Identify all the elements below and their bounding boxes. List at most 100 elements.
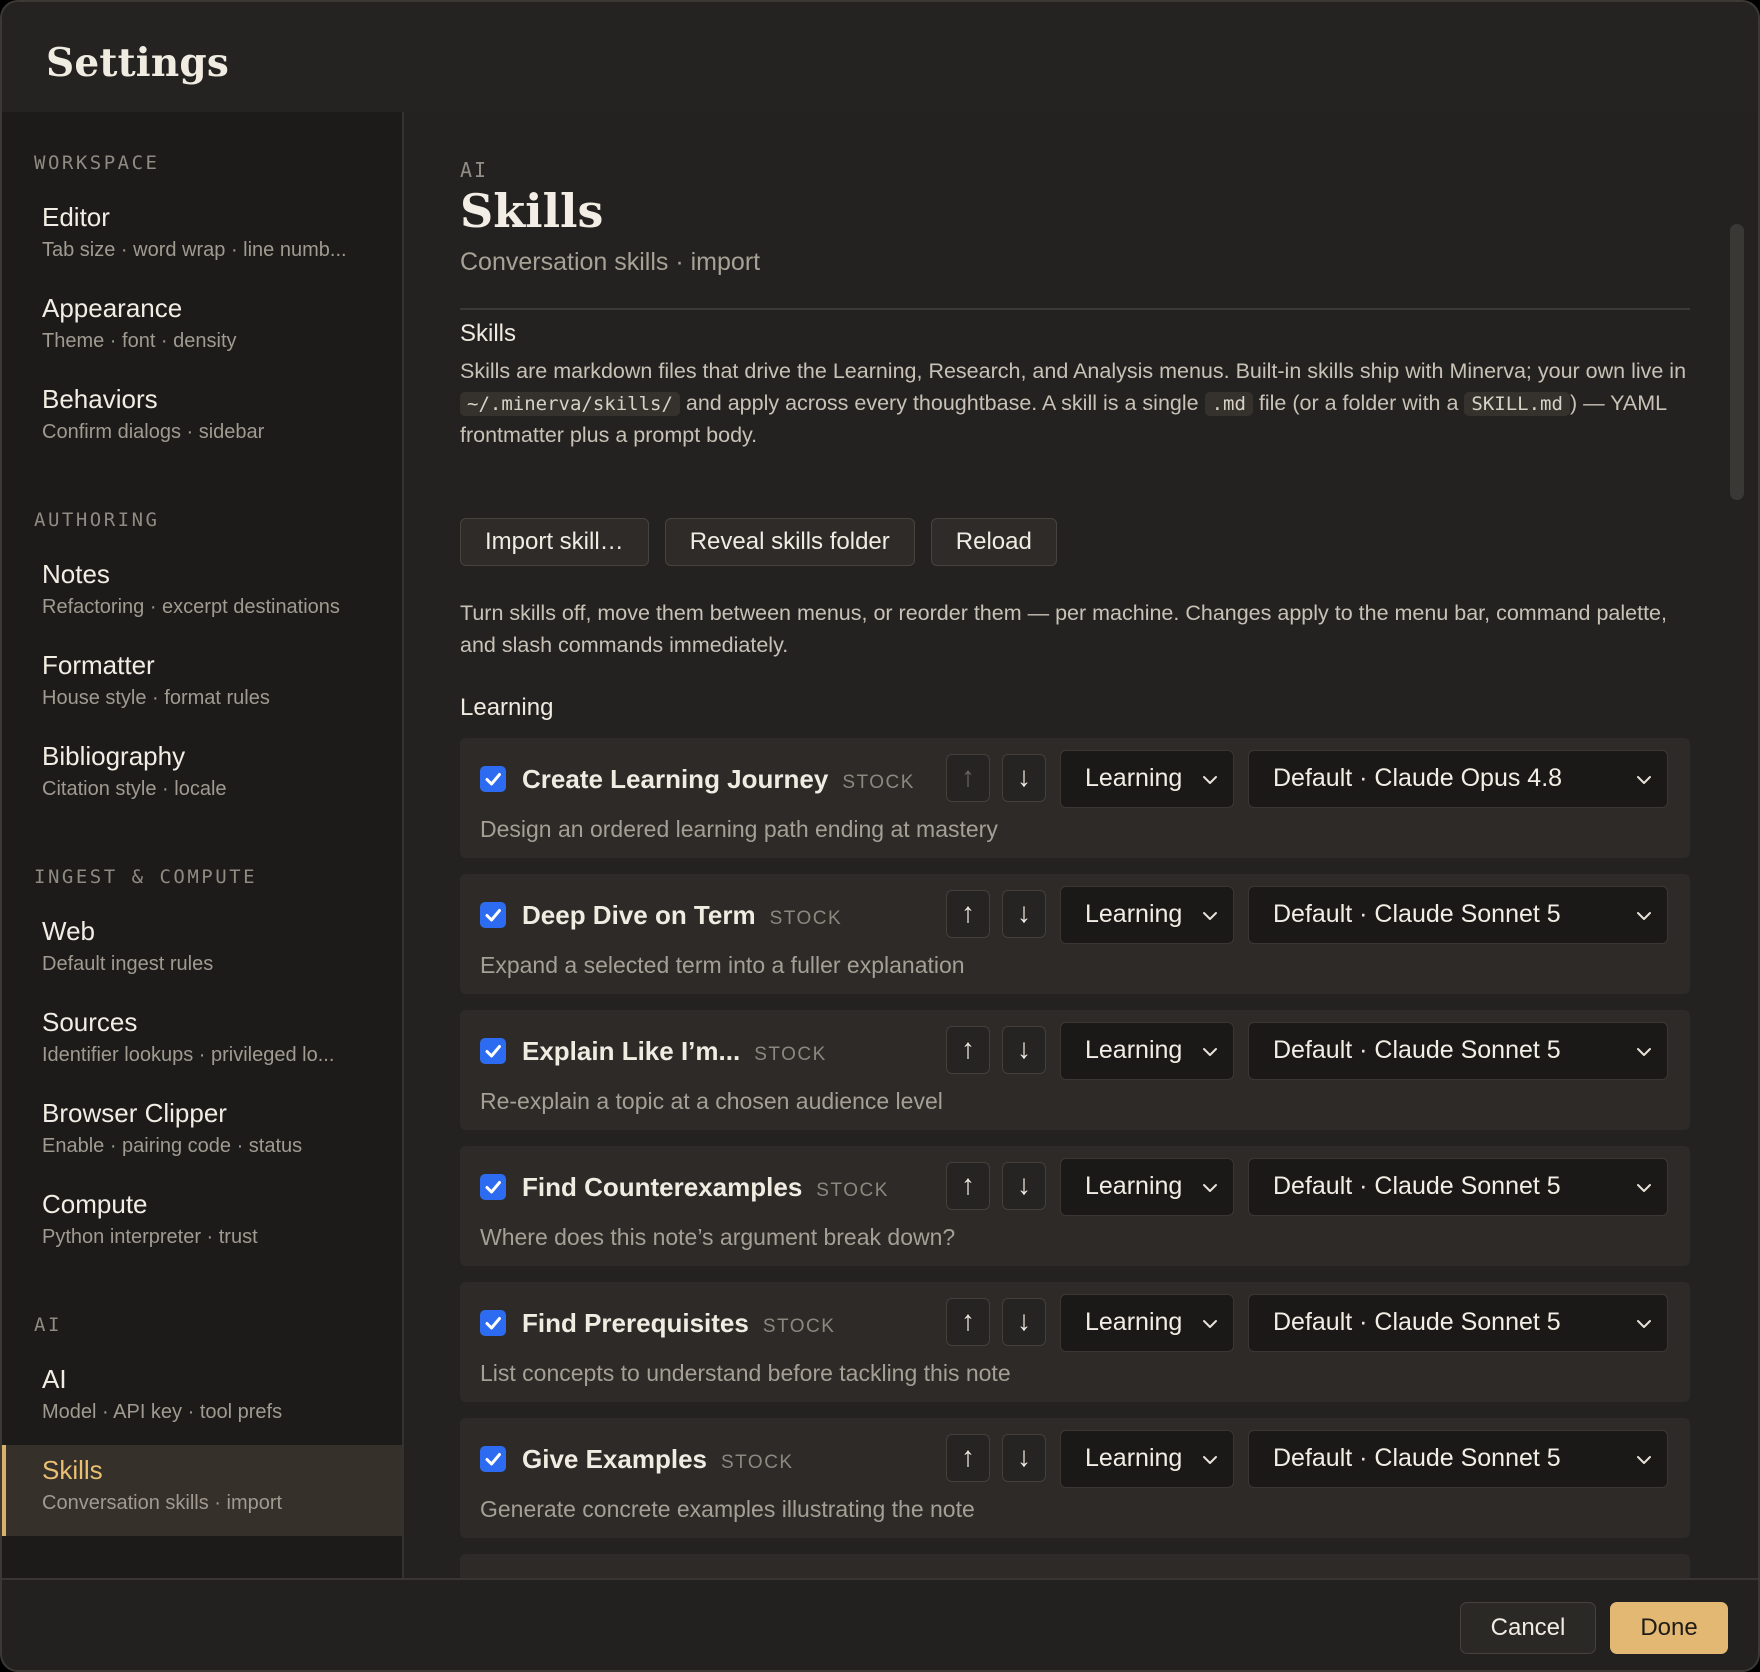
sidebar-item-sources[interactable]: Sources Identifier lookups · privileged …: [2, 997, 402, 1088]
menu-select[interactable]: Learning: [1060, 1158, 1234, 1216]
skill-enabled-checkbox[interactable]: [480, 902, 506, 928]
menu-select[interactable]: Learning: [1060, 750, 1234, 808]
main-panel: AI Skills Conversation skills · import S…: [406, 112, 1746, 1578]
skill-name: Give Examples: [522, 1444, 707, 1474]
menu-select-value: Learning: [1085, 900, 1183, 928]
sidebar-item-behaviors[interactable]: Behaviors Confirm dialogs · sidebar: [2, 374, 402, 465]
move-down-button[interactable]: ↓: [1002, 890, 1046, 938]
sidebar-item-title: Editor: [42, 202, 110, 232]
sidebar-item-compute[interactable]: Compute Python interpreter · trust: [2, 1179, 402, 1270]
move-up-button[interactable]: ↑: [946, 1298, 990, 1346]
move-up-button[interactable]: ↑: [946, 1162, 990, 1210]
sidebar-item-subtitle: Confirm dialogs · sidebar: [42, 421, 265, 443]
stock-badge: STOCK: [816, 1180, 889, 1201]
sidebar-item-appearance[interactable]: Appearance Theme · font · density: [2, 283, 402, 374]
sidebar-item-formatter[interactable]: Formatter House style · format rules: [2, 640, 402, 731]
skill-enabled-checkbox[interactable]: [480, 766, 506, 792]
skill-description: Expand a selected term into a fuller exp…: [480, 952, 965, 978]
menu-select-value: Learning: [1085, 1444, 1183, 1472]
move-down-button[interactable]: ↓: [1002, 1026, 1046, 1074]
skill-row: Give Examples STOCK ↑ ↓ Learning Default …: [460, 1418, 1690, 1538]
model-select-value: Default · Claude Opus 4.8: [1273, 764, 1563, 792]
skill-enabled-checkbox[interactable]: [480, 1310, 506, 1336]
model-select[interactable]: Default · Claude Sonnet 5: [1248, 1022, 1668, 1080]
sidebar-item-skills[interactable]: Skills Conversation skills · import: [2, 1445, 402, 1536]
checkmark-icon: [485, 909, 501, 922]
stock-badge: STOCK: [769, 908, 843, 929]
desc-text: Skills are markdown files that drive the…: [460, 359, 1687, 383]
skill-enabled-checkbox[interactable]: [480, 1174, 506, 1200]
done-button[interactable]: Done: [1610, 1602, 1728, 1654]
menu-select[interactable]: Learning: [1060, 1430, 1234, 1488]
checkmark-icon: [485, 1317, 501, 1330]
menu-select-value: Learning: [1085, 1036, 1183, 1064]
sidebar-item-bibliography[interactable]: Bibliography Citation style · locale: [2, 731, 402, 822]
sidebar-item-subtitle: Model · API key · tool prefs: [42, 1401, 283, 1423]
checkmark-icon: [485, 1453, 501, 1466]
move-up-button[interactable]: ↑: [946, 890, 990, 938]
sidebar: WORKSPACE Editor Tab size · word wrap · …: [2, 112, 404, 1578]
sidebar-item-notes[interactable]: Notes Refactoring · excerpt destinations: [2, 549, 402, 640]
menu-select-value: Learning: [1085, 764, 1183, 792]
cancel-button[interactable]: Cancel: [1460, 1602, 1596, 1654]
sidebar-section-label: WORKSPACE: [34, 152, 160, 174]
scrollbar[interactable]: [1730, 224, 1744, 500]
skill-enabled-checkbox[interactable]: [480, 1446, 506, 1472]
menu-select[interactable]: Learning: [1060, 886, 1234, 944]
skill-name-line: Deep Dive on Term STOCK: [522, 900, 842, 931]
sidebar-item-title: Formatter: [42, 650, 155, 680]
model-select[interactable]: Default · Claude Sonnet 5: [1248, 1158, 1668, 1216]
sidebar-item-subtitle: Refactoring · excerpt destinations: [42, 596, 340, 618]
md-extension-code: .md: [1204, 391, 1253, 416]
sidebar-item-subtitle: Enable · pairing code · status: [42, 1135, 303, 1157]
skill-name: Deep Dive on Term: [522, 900, 756, 930]
sidebar-item-subtitle: Citation style · locale: [42, 778, 227, 800]
divider: [460, 308, 1690, 310]
model-select[interactable]: Default · Claude Sonnet 5: [1248, 1430, 1668, 1488]
checkmark-icon: [485, 773, 501, 786]
reload-button[interactable]: Reload: [930, 518, 1057, 566]
model-select-value: Default · Claude Sonnet 5: [1273, 1036, 1561, 1064]
move-down-button[interactable]: ↓: [1002, 1434, 1046, 1482]
skill-actions: Import skill… Reveal skills folder Reloa…: [460, 518, 1057, 566]
sidebar-item-subtitle: Default ingest rules: [42, 953, 214, 975]
sidebar-item-editor[interactable]: Editor Tab size · word wrap · line numb.…: [2, 192, 402, 283]
skill-enabled-checkbox[interactable]: [480, 1038, 506, 1064]
sidebar-item-browser-clipper[interactable]: Browser Clipper Enable · pairing code · …: [2, 1088, 402, 1179]
skill-row: Deep Dive on Term STOCK ↑ ↓ Learning Defa…: [460, 874, 1690, 994]
sidebar-item-subtitle: Identifier lookups · privileged lo...: [42, 1044, 335, 1066]
move-up-button[interactable]: ↑: [946, 1434, 990, 1482]
settings-window: Settings WORKSPACE Editor Tab size · wor…: [0, 0, 1760, 1672]
menu-select-value: Learning: [1085, 1172, 1183, 1200]
move-down-button[interactable]: ↓: [1002, 1298, 1046, 1346]
menu-select[interactable]: Learning: [1060, 1294, 1234, 1352]
skill-name: Create Learning Journey: [522, 764, 829, 794]
sidebar-item-title: Browser Clipper: [42, 1098, 227, 1128]
skill-description: Generate concrete examples illustrating …: [480, 1496, 975, 1522]
checkmark-icon: [485, 1045, 501, 1058]
move-up-button[interactable]: ↑: [946, 754, 990, 802]
sidebar-item-ai[interactable]: AI Model · API key · tool prefs: [2, 1354, 402, 1445]
sidebar-section-label: INGEST & COMPUTE: [34, 866, 258, 888]
sidebar-item-web[interactable]: Web Default ingest rules: [2, 906, 402, 997]
model-select[interactable]: Default · Claude Sonnet 5: [1248, 1294, 1668, 1352]
skill-row: [460, 1554, 1690, 1578]
move-down-button[interactable]: ↓: [1002, 1162, 1046, 1210]
sidebar-item-subtitle: Tab size · word wrap · line numb...: [42, 239, 347, 261]
move-up-button[interactable]: ↑: [946, 1026, 990, 1074]
desc-text: file (or a folder with a: [1252, 390, 1465, 415]
import-skill-button[interactable]: Import skill…: [460, 518, 649, 566]
group-heading-learning: Learning: [460, 694, 554, 721]
skill-md-code: SKILL.md: [1464, 391, 1570, 416]
model-select[interactable]: Default · Claude Opus 4.8: [1248, 750, 1668, 808]
skill-name: Explain Like I’m...: [522, 1036, 741, 1066]
sidebar-item-title: Sources: [42, 1007, 138, 1037]
model-select-value: Default · Claude Sonnet 5: [1273, 1444, 1561, 1472]
menu-select[interactable]: Learning: [1060, 1022, 1234, 1080]
sidebar-item-title: Compute: [42, 1189, 148, 1219]
sidebar-item-subtitle: Conversation skills · import: [42, 1492, 283, 1514]
section-heading: Skills: [460, 320, 517, 347]
reveal-skills-folder-button[interactable]: Reveal skills folder: [664, 518, 915, 566]
model-select[interactable]: Default · Claude Sonnet 5: [1248, 886, 1668, 944]
move-down-button[interactable]: ↓: [1002, 754, 1046, 802]
